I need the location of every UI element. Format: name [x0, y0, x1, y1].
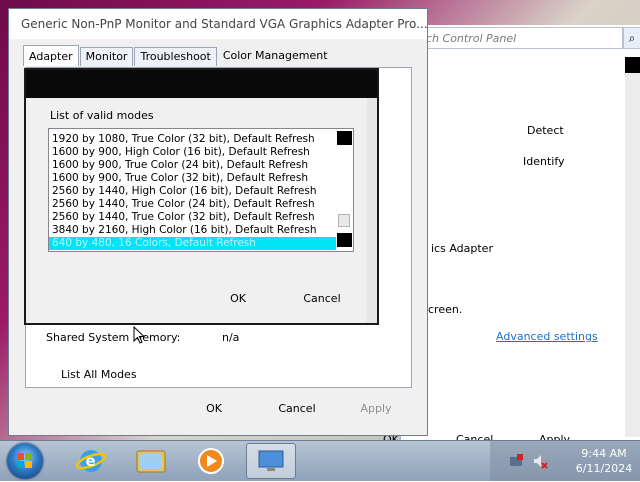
start-button[interactable]	[7, 443, 43, 479]
mode-item-selected[interactable]: 640 by 480, 16 Colors, Default Refresh	[49, 237, 353, 250]
modes-ok-button[interactable]: OK	[218, 287, 258, 309]
modes-cancel-button[interactable]: Cancel	[296, 287, 348, 309]
scrollbar-thumb[interactable]	[338, 214, 350, 227]
advanced-settings-link[interactable]: Advanced settings	[496, 330, 598, 343]
scroll-up-icon[interactable]	[337, 131, 352, 145]
tab-troubleshoot[interactable]: Troubleshoot	[134, 47, 217, 66]
taskbar: e 9:44 AM 6/11/2024	[0, 440, 640, 481]
volume-muted-icon[interactable]	[532, 453, 548, 469]
valid-modes-list[interactable]: 1920 by 1080, True Color (32 bit), Defau…	[48, 128, 354, 252]
control-panel-scrollbar[interactable]	[625, 57, 640, 437]
file-explorer-icon[interactable]	[126, 443, 176, 479]
control-panel-search-input[interactable]: ch Control Panel	[401, 27, 623, 49]
mode-item[interactable]: 2560 by 1440, True Color (32 bit), Defau…	[49, 211, 353, 224]
cancel-button[interactable]: Cancel	[267, 397, 327, 419]
svg-text:e: e	[86, 452, 96, 470]
screen-text: creen.	[428, 303, 463, 316]
system-tray: 9:44 AM 6/11/2024	[490, 441, 640, 481]
clock-date: 6/11/2024	[575, 462, 633, 475]
shared-memory-value: n/a	[222, 331, 240, 344]
mode-item[interactable]: 1600 by 900, True Color (24 bit), Defaul…	[49, 159, 353, 172]
scrollbar-thumb[interactable]	[625, 57, 640, 73]
modes-list-scrollbar[interactable]	[336, 129, 353, 251]
scroll-down-icon[interactable]	[337, 233, 352, 247]
tab-adapter[interactable]: Adapter	[23, 45, 79, 66]
tab-monitor[interactable]: Monitor	[79, 47, 134, 66]
ok-button[interactable]: OK	[189, 397, 239, 419]
mode-item[interactable]: 3840 by 2160, High Color (16 bit), Defau…	[49, 224, 353, 237]
media-player-icon[interactable]	[186, 443, 236, 479]
dialog-edge	[367, 98, 377, 323]
list-all-modes-button[interactable]: List All Modes	[61, 368, 137, 381]
tab-bar: Adapter Monitor Troubleshoot Color Manag…	[23, 45, 334, 67]
search-icon[interactable]: ⌕	[623, 27, 640, 49]
mouse-cursor-icon	[133, 326, 146, 344]
windows-logo-icon	[17, 453, 33, 469]
mode-item[interactable]: 2560 by 1440, True Color (24 bit), Defau…	[49, 198, 353, 211]
identify-button[interactable]: Identify	[523, 155, 565, 168]
display-settings-icon[interactable]	[246, 443, 296, 479]
adapter-text: ics Adapter	[431, 242, 493, 255]
internet-explorer-icon[interactable]: e	[66, 443, 116, 479]
detect-button[interactable]: Detect	[527, 124, 564, 137]
network-icon[interactable]	[508, 453, 524, 469]
shared-memory-label: Shared System Memory:	[46, 331, 181, 344]
dialog-title: Generic Non-PnP Monitor and Standard VGA…	[9, 9, 427, 39]
clock[interactable]: 9:44 AM 6/11/2024	[574, 446, 634, 476]
mode-item[interactable]: 1920 by 1080, True Color (32 bit), Defau…	[49, 133, 353, 146]
clock-time: 9:44 AM	[581, 447, 627, 460]
apply-button: Apply	[351, 397, 401, 419]
control-panel-window: ch Control Panel ⌕ Detect Identify ics A…	[383, 25, 640, 446]
mode-item[interactable]: 2560 by 1440, High Color (16 bit), Defau…	[49, 185, 353, 198]
mode-item[interactable]: 1600 by 900, True Color (32 bit), Defaul…	[49, 172, 353, 185]
tab-color-management[interactable]: Color Management	[218, 47, 333, 65]
list-modes-dialog: List of valid modes 1920 by 1080, True C…	[24, 68, 379, 325]
mode-item[interactable]: 1600 by 900, High Color (16 bit), Defaul…	[49, 146, 353, 159]
valid-modes-label: List of valid modes	[50, 109, 154, 122]
modes-dialog-titlebar[interactable]	[26, 70, 377, 98]
